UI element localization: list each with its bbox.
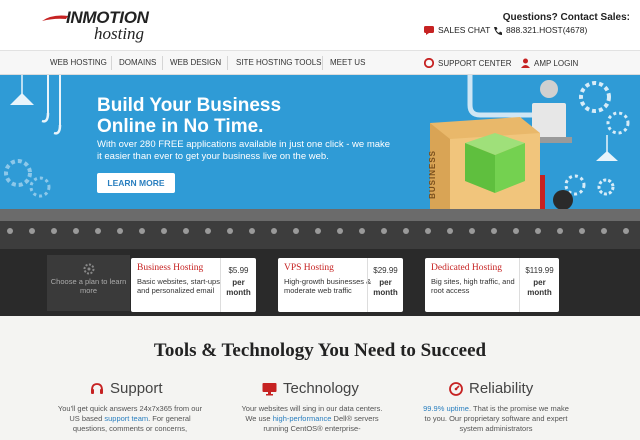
hero-title: Build Your Business Online in No Time. (97, 95, 282, 137)
phone-icon (494, 26, 502, 35)
plan-card-dedicated[interactable]: Dedicated Hosting Big sites, high traffi… (425, 258, 559, 312)
conveyor-rollers (7, 228, 629, 234)
hero-banner: BUSINESS Build Your Business Online in N… (0, 75, 640, 249)
plan-price: $29.99 (373, 266, 398, 275)
plan-price: $119.99 (525, 266, 554, 275)
nav-web-hosting[interactable]: WEB HOSTING (50, 58, 107, 67)
site-header: INMOTION hosting Questions? Contact Sale… (0, 0, 640, 50)
inmotion-logo[interactable]: INMOTION hosting (42, 8, 172, 44)
feature-title-text: Support (110, 380, 163, 397)
gear-icon (83, 263, 95, 275)
plan-period: month (373, 288, 398, 297)
nav-site-hosting-tools[interactable]: SITE HOSTING TOOLS (236, 58, 322, 67)
support-team-link[interactable]: support team (104, 414, 148, 423)
box-label: BUSINESS (428, 150, 437, 199)
lifebuoy-icon (424, 58, 434, 68)
plan-period: month (226, 288, 251, 297)
headset-icon (91, 382, 103, 394)
support-center-label: SUPPORT CENTER (438, 58, 512, 68)
feature-reliability-text: 99.9% uptime. That is the promise we mak… (421, 404, 571, 434)
nav-divider (322, 56, 323, 70)
swoosh-icon (42, 15, 68, 21)
plan-price: $5.99 (228, 266, 249, 275)
chat-icon (424, 25, 434, 35)
amp-login-label: AMP LOGIN (534, 58, 579, 68)
tools-section-title: Tools & Technology You Need to Succeed (153, 340, 487, 361)
sales-phone[interactable]: 888.321.HOST(4678) (493, 25, 587, 35)
plan-price-box: $119.99 per month (519, 258, 559, 312)
uptime-link[interactable]: 99.9% uptime (423, 404, 469, 413)
choose-plan-box: Choose a plan to learn more (47, 255, 130, 311)
feature-technology-title: Technology (262, 380, 359, 397)
plan-per: per (379, 278, 392, 287)
monitor-icon (262, 382, 277, 395)
high-performance-link[interactable]: high-performance (273, 414, 332, 423)
contact-title: Questions? Contact Sales: (502, 12, 630, 23)
plan-description: High-growth businesses & moderate web tr… (284, 277, 372, 295)
plan-per: per (533, 278, 546, 287)
feature-support-text: You'll get quick answers 24x7x365 from o… (55, 404, 205, 434)
plan-description: Basic websites, start-ups and personaliz… (137, 277, 220, 295)
nav-amp-login[interactable]: AMP LOGIN (521, 58, 578, 68)
nav-divider (162, 56, 163, 70)
plan-description: Big sites, high traffic, and root access (431, 277, 515, 295)
nav-divider (111, 56, 112, 70)
nav-meet-us[interactable]: MEET US (330, 58, 365, 67)
plan-card-vps[interactable]: VPS Hosting High-growth businesses & mod… (278, 258, 403, 312)
gauge-icon (449, 381, 463, 396)
sales-chat-label: SALES CHAT (438, 25, 491, 35)
phone-number: 888.321.HOST(4678) (506, 25, 588, 35)
feature-technology-text: Your websites will sing in our data cent… (237, 404, 387, 434)
feature-title-text: Technology (283, 380, 359, 397)
hero-description: With over 280 FREE applications availabl… (97, 139, 391, 162)
nav-support-center[interactable]: SUPPORT CENTER (424, 58, 512, 68)
plan-card-business[interactable]: Business Hosting Basic websites, start-u… (131, 258, 256, 312)
logo-text-sub: hosting (94, 24, 145, 43)
plan-period: month (527, 288, 552, 297)
feature-title-text: Reliability (469, 380, 534, 397)
plan-price-box: $5.99 per month (220, 258, 256, 312)
user-icon (521, 58, 530, 68)
nav-domains[interactable]: DOMAINS (119, 58, 156, 67)
choose-plan-text: Choose a plan to learn more (50, 277, 127, 295)
nav-web-design[interactable]: WEB DESIGN (170, 58, 221, 67)
plan-per: per (232, 278, 245, 287)
main-nav: WEB HOSTING DOMAINS WEB DESIGN SITE HOST… (0, 50, 640, 75)
feature-support-title: Support (90, 380, 163, 397)
feature-reliability-title: Reliability (449, 380, 533, 397)
plan-name: Dedicated Hosting (431, 263, 502, 273)
sales-chat-link[interactable]: SALES CHAT (424, 25, 490, 35)
plan-name: VPS Hosting (284, 263, 334, 273)
plan-name: Business Hosting (137, 263, 204, 273)
learn-more-button[interactable]: LEARN MORE (97, 173, 175, 193)
nav-divider (227, 56, 228, 70)
plan-price-box: $29.99 per month (367, 258, 403, 312)
